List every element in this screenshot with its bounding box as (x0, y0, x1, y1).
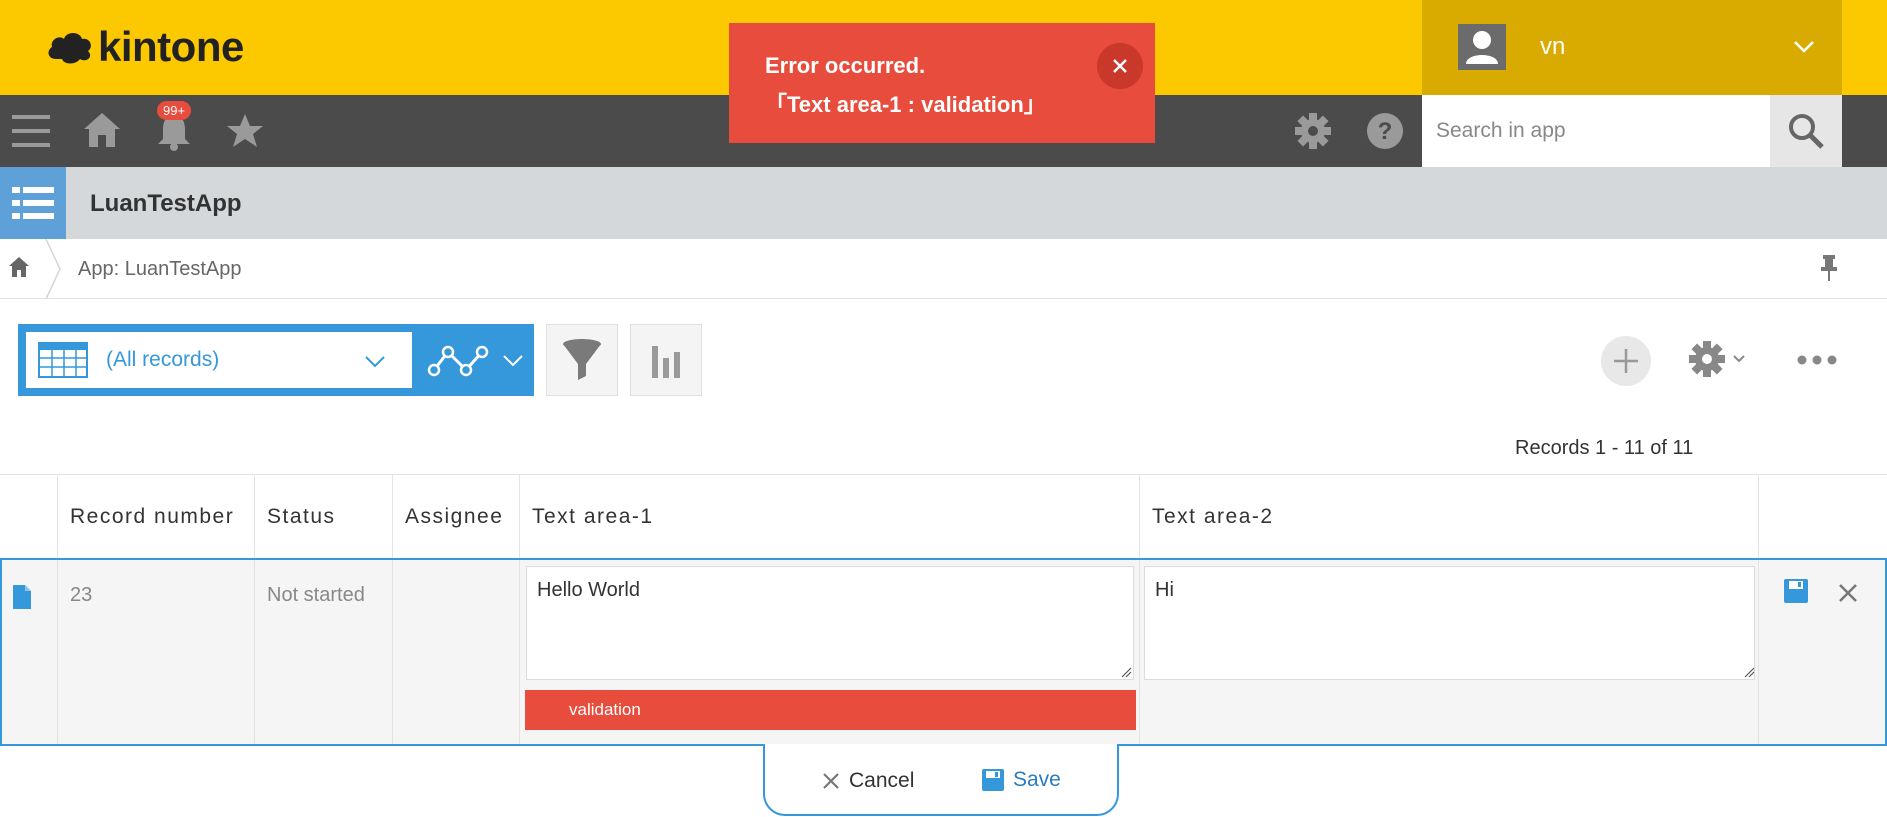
search-button[interactable] (1770, 95, 1842, 167)
app-title[interactable]: LuanTestApp (90, 190, 242, 218)
add-record-button[interactable] (1601, 336, 1651, 386)
row-detail-cell (2, 560, 58, 744)
close-icon (823, 773, 839, 789)
home-icon[interactable] (82, 111, 122, 149)
bar-chart-icon (652, 346, 680, 378)
view-select-dropdown[interactable]: (All records) (26, 332, 412, 388)
avatar (1458, 24, 1506, 70)
star-icon[interactable] (226, 113, 264, 149)
user-menu[interactable]: vn (1422, 0, 1842, 95)
assignee-cell (393, 560, 520, 744)
column-header-spacer (0, 475, 58, 559)
filter-button[interactable] (546, 324, 618, 396)
cloud-logo-icon (48, 33, 91, 64)
breadcrumb-home-icon[interactable] (8, 256, 30, 278)
line-graph-icon (427, 345, 489, 377)
records-count: Records 1 - 11 of 11 (1515, 437, 1694, 459)
text-area-1-input[interactable]: Hello World (526, 566, 1134, 680)
logo-text: kintone (98, 23, 244, 70)
gear-icon (1689, 341, 1725, 377)
notification-badge: 99+ (157, 101, 192, 120)
app-settings-button[interactable] (1688, 338, 1754, 382)
svg-text:?: ? (1378, 118, 1393, 145)
view-switcher: (All records) (18, 324, 534, 396)
text-area-1-cell: Hello World validation (520, 560, 1140, 744)
save-label: Save (1013, 768, 1061, 791)
column-header-text-area-2[interactable]: Text area-2 (1140, 475, 1759, 559)
search-input[interactable] (1422, 95, 1770, 167)
column-header-assignee[interactable]: Assignee (393, 475, 520, 559)
table-view-icon (38, 342, 88, 378)
menu-icon[interactable] (12, 113, 50, 149)
resize-handle-icon[interactable] (1743, 666, 1755, 678)
chevron-down-icon (503, 355, 523, 367)
breadcrumb-app-link[interactable]: App: LuanTestApp (78, 258, 241, 281)
breadcrumb-separator-icon (45, 239, 61, 299)
cancel-button[interactable]: Cancel (821, 769, 914, 793)
search-icon (1789, 114, 1824, 149)
status-cell: Not started (255, 560, 393, 744)
plus-icon (1614, 349, 1638, 373)
error-notification: Error occurred. 「Text area-1 : validatio… (729, 23, 1155, 143)
close-icon (1113, 59, 1127, 73)
text-area-2-input[interactable]: Hi (1144, 566, 1755, 680)
list-icon (12, 187, 54, 219)
edit-action-bar: Cancel Save (763, 744, 1119, 816)
cancel-label: Cancel (849, 769, 915, 792)
table-header: Record number Status Assignee Text area-… (0, 474, 1887, 559)
text-area-2-cell: Hi (1140, 560, 1759, 744)
error-title: Error occurred. (765, 53, 926, 78)
record-number-cell: 23 (58, 560, 255, 744)
filter-icon (563, 339, 601, 380)
save-row-icon[interactable] (1783, 578, 1809, 604)
table-row-editing: 23 Not started Hello World validation Hi (0, 558, 1887, 746)
help-icon[interactable]: ? (1366, 112, 1404, 150)
save-icon (982, 769, 1004, 791)
user-icon (1466, 31, 1498, 64)
pin-icon[interactable] (1820, 254, 1838, 282)
column-header-text-area-1[interactable]: Text area-1 (520, 475, 1140, 559)
kintone-logo[interactable]: kintone (46, 24, 244, 70)
chevron-down-icon (1733, 355, 1745, 363)
graph-view-button[interactable] (412, 324, 534, 396)
document-icon[interactable] (12, 584, 32, 610)
app-header: LuanTestApp (0, 167, 1887, 239)
settings-gear-icon[interactable] (1294, 112, 1332, 150)
cancel-row-icon[interactable] (1837, 582, 1859, 604)
save-button[interactable]: Save (981, 768, 1061, 792)
row-actions-cell (1759, 560, 1885, 744)
breadcrumb: App: LuanTestApp (0, 239, 1887, 299)
close-toast-button[interactable] (1097, 43, 1143, 89)
graph-button[interactable] (630, 324, 702, 396)
resize-handle-icon[interactable] (1120, 666, 1132, 678)
app-icon[interactable] (0, 167, 66, 239)
view-name: (All records) (106, 348, 220, 371)
column-header-status[interactable]: Status (255, 475, 393, 559)
chevron-down-icon (365, 356, 385, 368)
chevron-down-icon (1794, 41, 1814, 53)
user-name: vn (1540, 33, 1566, 60)
more-options-icon[interactable] (1797, 354, 1837, 366)
validation-error-message: validation (525, 690, 1136, 730)
error-detail: 「Text area-1 : validation」 (765, 92, 1046, 117)
column-header-record-number[interactable]: Record number (58, 475, 255, 559)
